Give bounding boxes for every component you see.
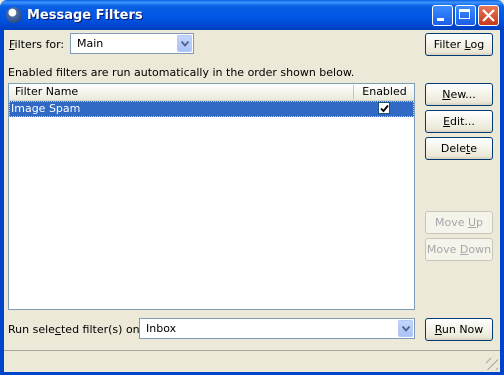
window-frame-right [500,30,504,375]
move-down-button[interactable]: Move Down [425,238,493,261]
filters-for-label: Filters for: [9,38,65,51]
close-button[interactable] [478,5,499,26]
delete-button[interactable]: Delete [425,137,493,160]
chevron-down-icon[interactable] [177,35,192,52]
filter-list[interactable]: Filter Name Enabled Image Spam [8,83,415,310]
close-icon [482,9,495,22]
list-item[interactable]: Image Spam [9,101,414,117]
checkmark-icon [380,104,389,113]
list-header: Filter Name Enabled [9,84,414,101]
title-bar[interactable]: Message Filters [0,0,504,30]
new-button[interactable]: New... [425,83,493,106]
move-up-button[interactable]: Move Up [425,211,493,234]
chevron-down-icon[interactable] [398,320,413,337]
minimize-button[interactable] [432,5,453,26]
run-on-folder-dropdown[interactable]: Inbox [139,318,415,339]
column-header-enabled[interactable]: Enabled [355,85,414,99]
window-frame-left [0,30,4,375]
status-bar [4,350,500,372]
run-on-folder-value: Inbox [146,322,177,335]
filter-log-button[interactable]: Filter Log [425,33,493,56]
resize-grip-icon[interactable] [486,358,498,370]
run-on-label: Run selected filter(s) on: [8,323,144,336]
edit-button[interactable]: Edit... [425,110,493,133]
column-header-filter-name[interactable]: Filter Name [9,85,354,99]
info-text: Enabled filters are run automatically in… [8,66,355,79]
thunderbird-app-icon [6,7,22,23]
run-now-button[interactable]: Run Now [425,318,493,341]
enabled-checkbox[interactable] [378,102,390,114]
window-title: Message Filters [27,8,143,23]
filter-name-cell: Image Spam [11,102,81,115]
filters-for-value: Main [77,37,104,50]
maximize-button[interactable] [455,5,476,26]
filters-for-dropdown[interactable]: Main [70,33,194,54]
